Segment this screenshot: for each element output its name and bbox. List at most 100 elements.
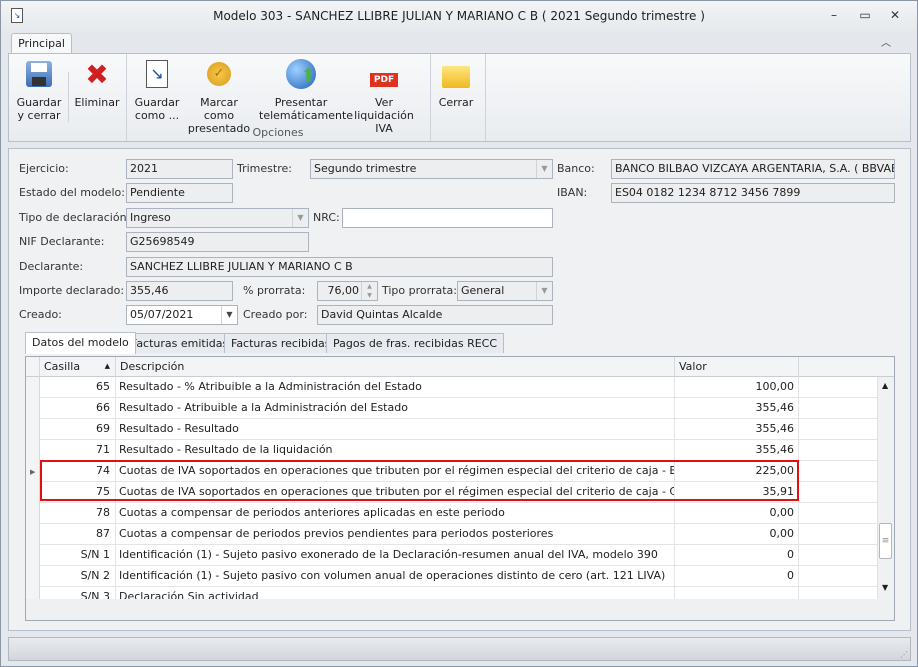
row-indicator[interactable] [26,377,40,398]
eliminar-button[interactable]: ✖ Eliminar [71,58,123,109]
creado-date-picker[interactable]: 05/07/2021 ▼ [126,305,238,325]
nif-label: NIF Declarante: [19,235,105,248]
banco-label: Banco: [557,162,595,175]
nif-field[interactable]: G25698549 [126,232,309,252]
minimize-button[interactable]: – [825,7,843,23]
ejercicio-label: Ejercicio: [19,162,69,175]
table-row[interactable]: S/N 2 Identificación (1) - Sujeto pasivo … [26,566,878,587]
descripcion-cell: Resultado - Atribuible a la Administraci… [116,398,675,419]
trimestre-select[interactable]: Segundo trimestre ▼ [310,159,553,179]
tipo-declaracion-label: Tipo de declaración: [19,211,131,224]
app-icon: ↘ [11,8,23,23]
iban-field[interactable]: ES04 0182 1234 8712 3456 7899 [611,183,895,203]
table-row[interactable]: 66 Resultado - Atribuible a la Administra… [26,398,878,419]
valor-cell[interactable]: 0,00 [675,524,799,545]
descripcion-cell: Cuotas a compensar de periodos previos p… [116,524,675,545]
prorrata-stepper[interactable]: 76,00 ▲ ▼ [317,281,378,301]
casilla-cell: S/N 1 [40,545,116,566]
maximize-button[interactable]: ▭ [856,7,874,23]
guardar-cerrar-button[interactable]: Guardar y cerrar [13,58,65,122]
table-row[interactable]: 65 Resultado - % Atribuible a la Administ… [26,377,878,398]
casilla-cell: S/N 2 [40,566,116,587]
creado-por-field[interactable]: David Quintas Alcalde [317,305,553,325]
table-row[interactable]: 78 Cuotas a compensar de periodos anterio… [26,503,878,524]
row-indicator[interactable] [26,419,40,440]
row-indicator[interactable] [26,440,40,461]
tipo-declaracion-select[interactable]: Ingreso ▼ [126,208,309,228]
tab-facturas-emitidas[interactable]: Facturas emitidas [124,333,236,353]
estado-label: Estado del modelo: [19,186,125,199]
valor-cell[interactable]: 355,46 [675,440,799,461]
banco-field[interactable]: BANCO BILBAO VIZCAYA ARGENTARIA, S.A. ( … [611,159,895,179]
table-row[interactable]: S/N 1 Identificación (1) - Sujeto pasivo … [26,545,878,566]
chevron-down-icon[interactable]: ▼ [221,306,237,324]
casilla-cell: 71 [40,440,116,461]
table-row[interactable]: 71 Resultado - Resultado de la liquidació… [26,440,878,461]
window: ↘ Modelo 303 - SANCHEZ LLIBRE JULIAN Y M… [0,0,918,667]
estado-field[interactable]: Pendiente [126,183,233,203]
collapse-ribbon-icon[interactable]: ︿ [881,34,891,49]
row-indicator[interactable] [26,524,40,545]
prorrata-label: % prorrata: [243,284,306,297]
valor-cell[interactable]: 0,00 [675,503,799,524]
tipo-prorrata-select[interactable]: General ▼ [457,281,553,301]
marcar-presentado-button[interactable]: ✓ Marcar como presentado [185,58,253,135]
row-indicator[interactable] [26,545,40,566]
tab-facturas-recibidas[interactable]: Facturas recibidas [224,333,338,353]
row-indicator[interactable]: ▶ [26,461,40,482]
row-indicator[interactable] [26,398,40,419]
tab-principal[interactable]: Principal [11,33,72,54]
scroll-up-icon[interactable]: ▲ [882,381,888,390]
resize-grip-icon[interactable]: ⋰ [900,650,908,659]
valor-cell[interactable]: 100,00 [675,377,799,398]
chevron-down-icon[interactable]: ▼ [536,282,552,300]
descripcion-cell: Resultado - % Atribuible a la Administra… [116,377,675,398]
delete-x-icon: ✖ [85,57,109,91]
casilla-cell: 69 [40,419,116,440]
descripcion-cell: Resultado - Resultado [116,419,675,440]
declarante-label: Declarante: [19,260,84,273]
tab-pagos-recc[interactable]: Pagos de fras. recibidas RECC [326,333,505,353]
tipo-prorrata-label: Tipo prorrata: [382,284,457,297]
valor-cell[interactable]: 355,46 [675,398,799,419]
importe-field[interactable]: 355,46 [126,281,233,301]
casilla-cell: 65 [40,377,116,398]
tab-datos-modelo[interactable]: Datos del modelo [25,332,136,354]
valor-cell[interactable]: 0 [675,545,799,566]
valor-cell[interactable]: 355,46 [675,419,799,440]
row-indicator[interactable] [26,566,40,587]
column-header-descripcion[interactable]: Descripción [116,357,675,377]
ribbon: Guardar y cerrar ✖ Eliminar ↘ Guardar como .… [8,53,911,142]
scroll-down-icon[interactable]: ▼ [882,583,888,592]
declarante-field[interactable]: SANCHEZ LLIBRE JULIAN Y MARIANO C B [126,257,553,277]
cerrar-button[interactable]: Cerrar [433,58,479,109]
status-bar: ⋰ [8,637,911,661]
guardar-como-button[interactable]: ↘ Guardar como ... [133,58,181,122]
row-indicator[interactable] [26,482,40,503]
vertical-scrollbar[interactable]: ▲ ≡ ▼ [877,377,894,599]
save-as-icon: ↘ [141,58,173,90]
descripcion-cell: Cuotas a compensar de periodos anteriore… [116,503,675,524]
chevron-down-icon[interactable]: ▼ [536,160,552,178]
ver-liquidacion-button[interactable]: PDF Ver liquidación IVA [347,58,421,135]
pdf-icon: PDF [368,58,400,90]
nrc-label: NRC: [313,211,340,224]
valor-cell[interactable]: 0 [675,566,799,587]
table-row[interactable]: 87 Cuotas a compensar de periodos previos… [26,524,878,545]
presentar-telematicamente-button[interactable]: ⬆ Presentar telemáticamente [259,58,353,122]
nrc-input[interactable] [342,208,553,228]
column-header-casilla[interactable]: Casilla ▲ [40,357,116,377]
close-button[interactable]: ✕ [886,7,904,23]
ejercicio-field[interactable]: 2021 [126,159,233,179]
upload-globe-icon: ⬆ [285,58,317,90]
creado-label: Creado: [19,308,62,321]
column-header-valor[interactable]: Valor [675,357,799,377]
ribbon-group-label: Opciones [252,126,304,139]
row-indicator[interactable] [26,503,40,524]
casilla-cell: 66 [40,398,116,419]
scroll-thumb[interactable]: ≡ [879,523,892,559]
casilla-cell: 78 [40,503,116,524]
table-row[interactable]: 69 Resultado - Resultado 355,46 [26,419,878,440]
spin-icon[interactable]: ▲ ▼ [361,282,377,300]
chevron-down-icon[interactable]: ▼ [292,209,308,227]
